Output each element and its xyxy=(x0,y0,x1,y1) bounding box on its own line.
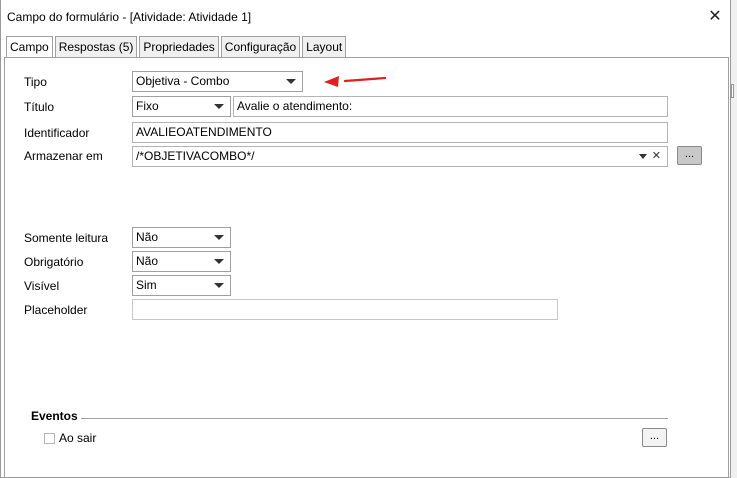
titulo-input[interactable]: Avalie o atendimento: xyxy=(233,96,668,117)
chevron-down-icon xyxy=(214,259,224,264)
ao-sair-label[interactable]: Ao sair xyxy=(59,431,96,445)
identificador-label: Identificador xyxy=(24,126,90,140)
obrigatorio-value: Não xyxy=(136,254,159,268)
obrigatorio-select[interactable]: Não xyxy=(132,251,231,272)
visivel-value: Sim xyxy=(136,278,157,292)
armazenar-value: /*OBJETIVACOMBO*/ xyxy=(136,149,255,163)
chevron-down-icon xyxy=(214,104,224,109)
tipo-select[interactable]: Objetiva - Combo xyxy=(132,71,303,92)
titulo-mode-value: Fixo xyxy=(136,99,159,113)
placeholder-input[interactable] xyxy=(132,299,558,320)
chevron-down-icon xyxy=(214,283,224,288)
tipo-value: Objetiva - Combo xyxy=(136,74,230,88)
eventos-title: Eventos xyxy=(31,409,78,423)
red-arrow-icon xyxy=(324,76,387,87)
chevron-down-icon[interactable] xyxy=(639,154,647,159)
somente-leitura-value: Não xyxy=(136,230,159,244)
tab-bar: Campo Respostas (5) Propriedades Configu… xyxy=(6,36,348,58)
close-icon[interactable]: ✕ xyxy=(700,2,730,32)
panel-border-left xyxy=(4,57,5,478)
tab-propriedades[interactable]: Propriedades xyxy=(139,36,219,57)
form-field-dialog: Campo do formulário - [Atividade: Ativid… xyxy=(0,0,731,478)
armazenar-label: Armazenar em xyxy=(24,149,103,163)
ao-sair-edit-button[interactable]: ... xyxy=(642,428,667,447)
identificador-value: AVALIEOATENDIMENTO xyxy=(136,125,272,139)
titulo-value: Avalie o atendimento: xyxy=(237,99,353,113)
clear-icon[interactable]: ✕ xyxy=(652,147,661,166)
title-bar: Campo do formulário - [Atividade: Ativid… xyxy=(1,0,730,34)
chevron-down-icon xyxy=(214,235,224,240)
armazenar-browse-button[interactable]: ... xyxy=(677,146,702,165)
visivel-label: Visível xyxy=(24,279,60,293)
tab-layout[interactable]: Layout xyxy=(302,36,347,57)
titulo-mode-select[interactable]: Fixo xyxy=(132,96,231,117)
armazenar-select[interactable]: /*OBJETIVACOMBO*/ ✕ xyxy=(132,146,668,167)
tipo-label: Tipo xyxy=(24,75,47,89)
tab-configuracao[interactable]: Configuração xyxy=(220,36,301,57)
window-title: Campo do formulário - [Atividade: Ativid… xyxy=(7,10,252,24)
somente-leitura-select[interactable]: Não xyxy=(132,227,231,248)
ao-sair-checkbox[interactable] xyxy=(44,433,55,444)
eventos-divider xyxy=(81,418,668,419)
identificador-input[interactable]: AVALIEOATENDIMENTO xyxy=(132,122,668,143)
somente-leitura-label: Somente leitura xyxy=(24,231,109,245)
obrigatorio-label: Obrigatório xyxy=(24,255,84,269)
panel-border-right xyxy=(728,57,729,478)
placeholder-label: Placeholder xyxy=(24,303,88,317)
visivel-select[interactable]: Sim xyxy=(132,275,231,296)
tab-respostas[interactable]: Respostas (5) xyxy=(54,36,138,57)
titulo-label: Título xyxy=(24,100,55,114)
chevron-down-icon xyxy=(286,79,296,84)
background-scroll-tick xyxy=(731,84,734,98)
tab-panel-border xyxy=(4,57,729,58)
tab-campo[interactable]: Campo xyxy=(6,36,53,58)
